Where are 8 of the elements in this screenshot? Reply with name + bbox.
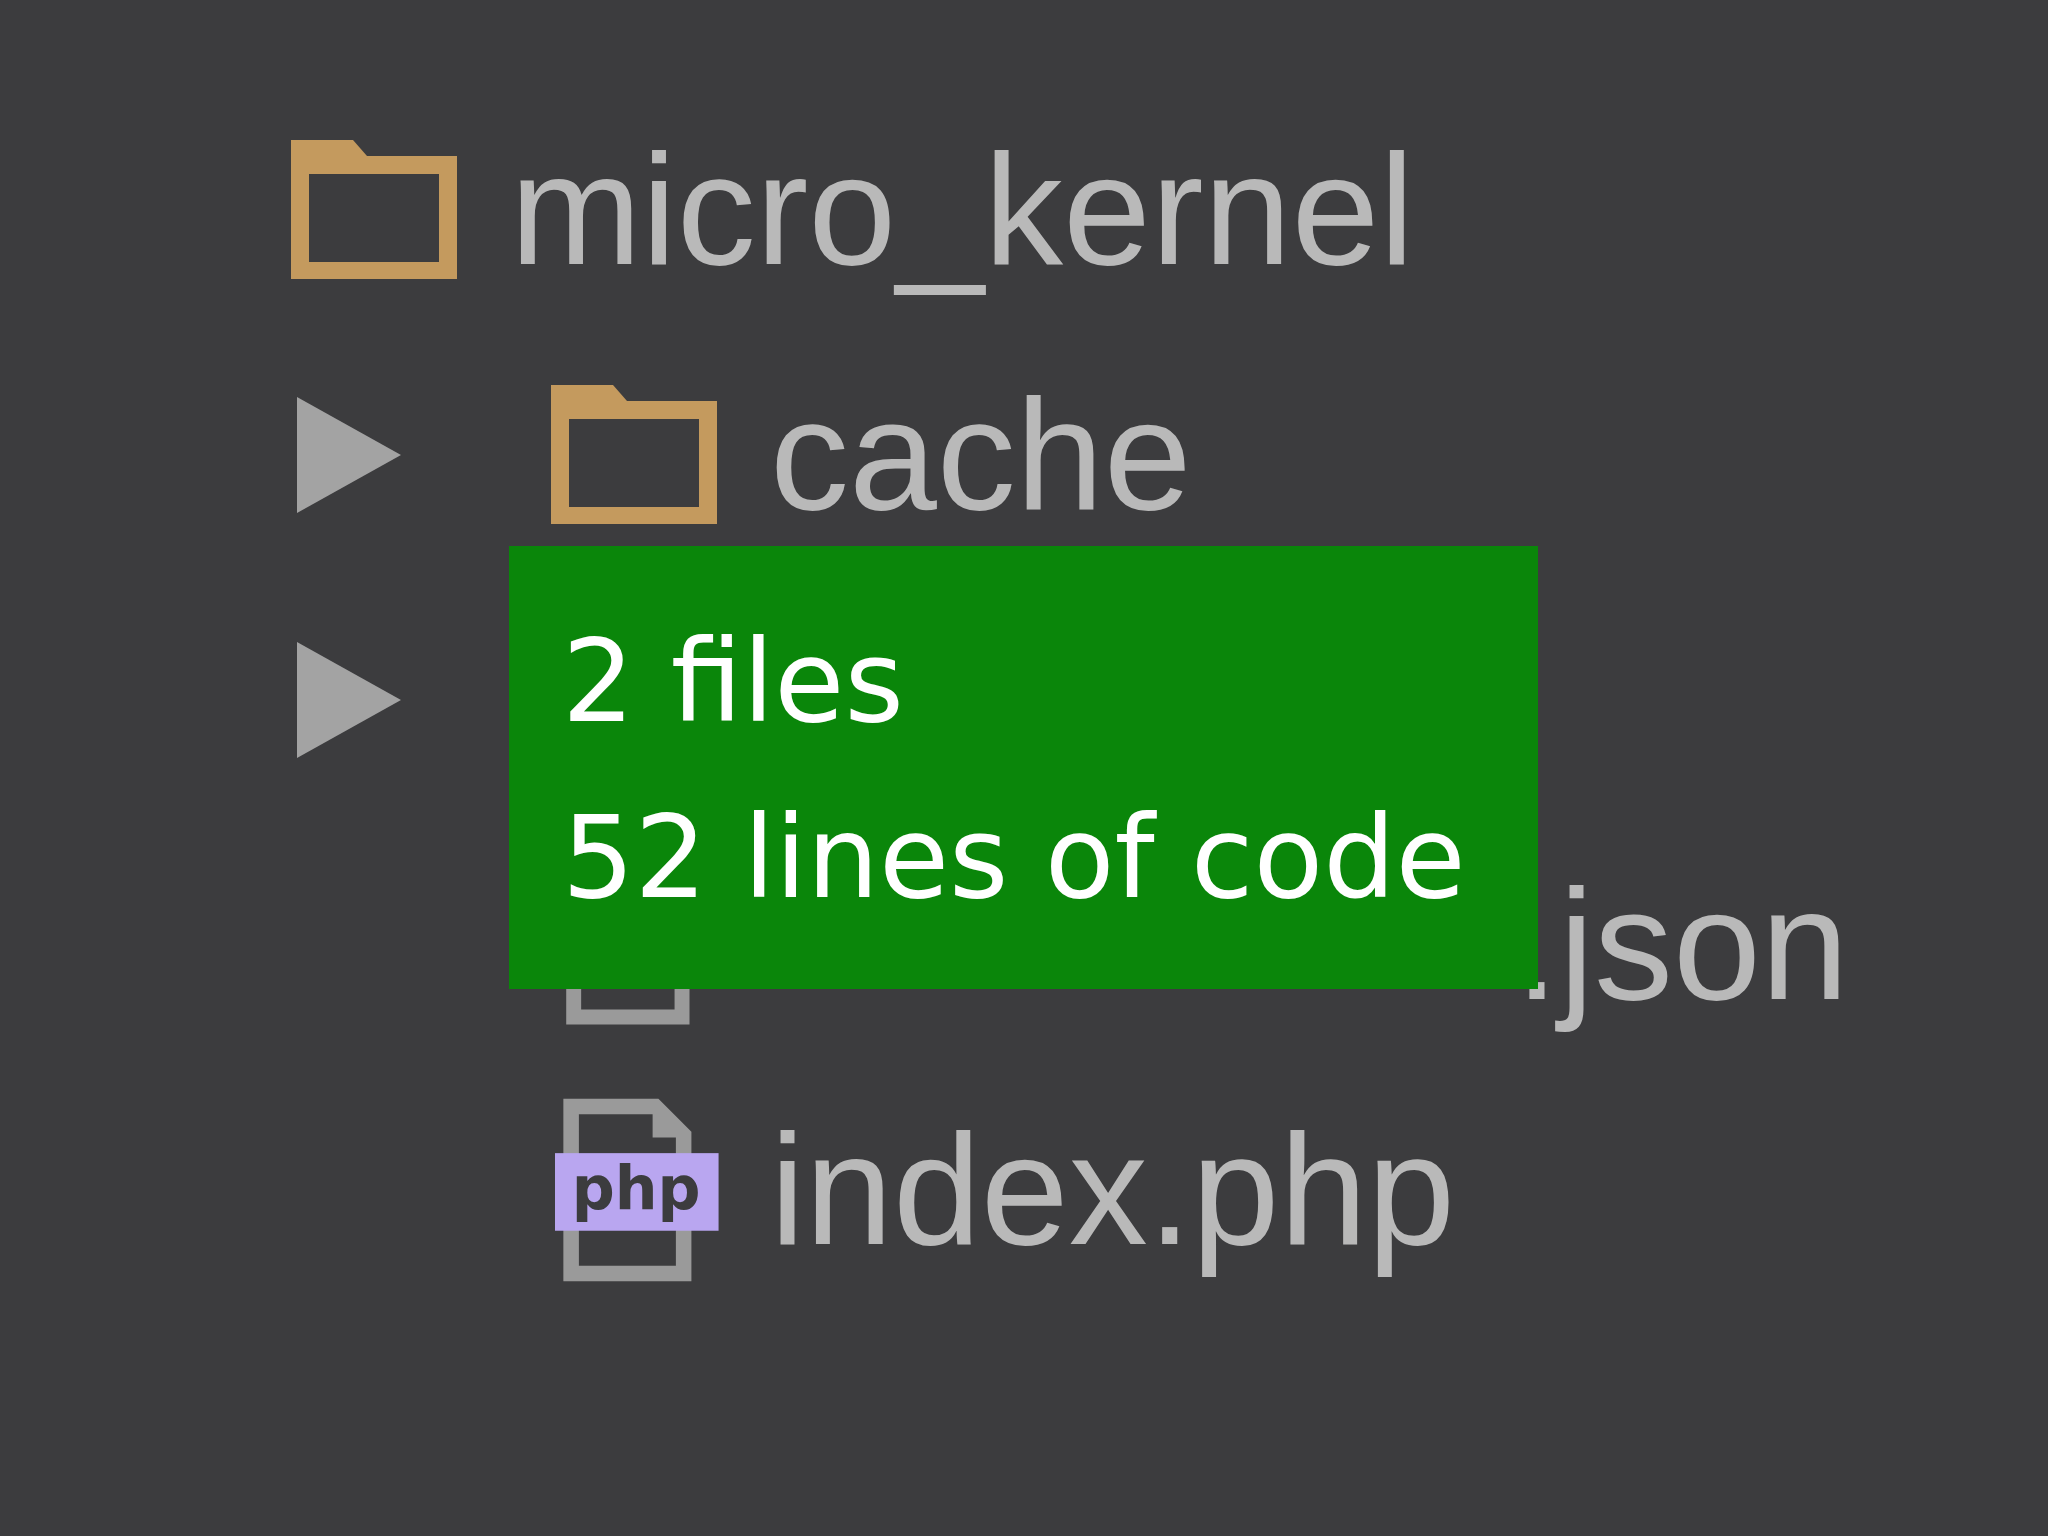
tree-item-label[interactable]: cache bbox=[770, 359, 1192, 550]
stats-line: 2 files bbox=[562, 614, 904, 750]
tree-item-label[interactable]: micro_kernel bbox=[510, 114, 1415, 305]
tree-item-label[interactable]: index.php bbox=[770, 1094, 1456, 1285]
stats-line: 52 lines of code bbox=[562, 790, 1466, 926]
expand-arrow-icon[interactable] bbox=[297, 396, 401, 513]
expand-arrow-icon[interactable] bbox=[297, 641, 401, 758]
file-type-badge: php bbox=[555, 1152, 719, 1231]
